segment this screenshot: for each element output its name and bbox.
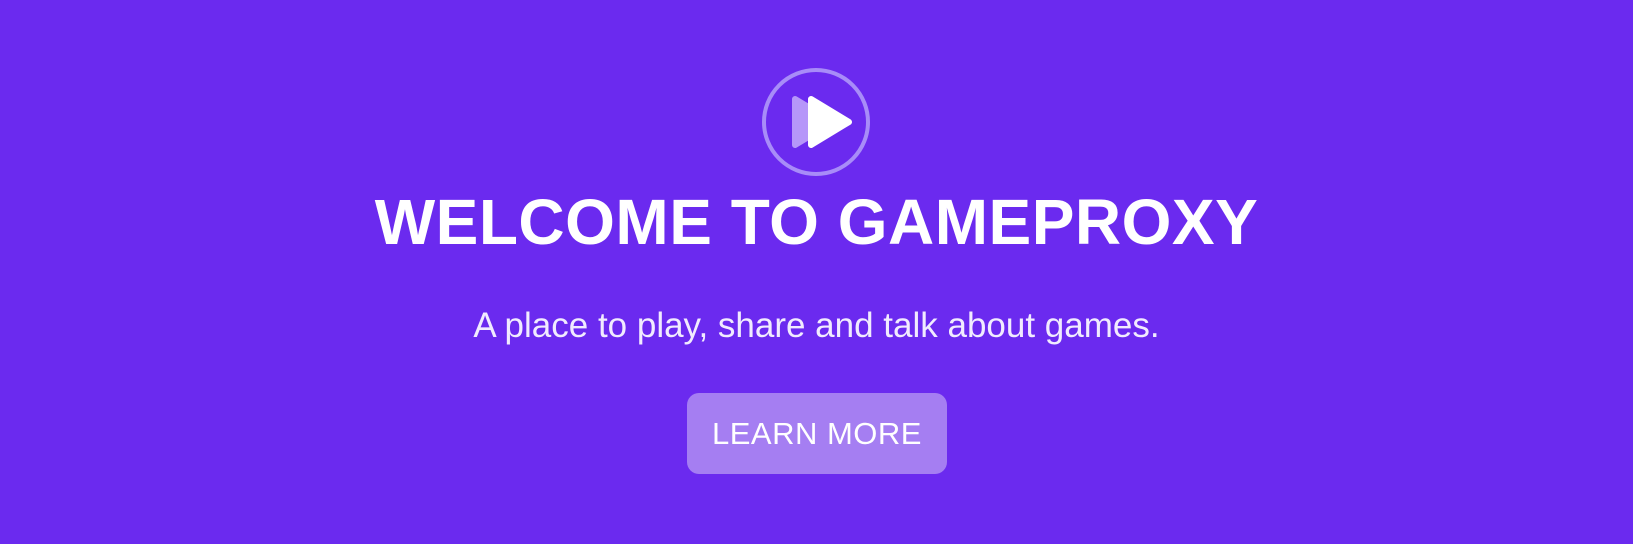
hero-banner: WELCOME TO GAMEPROXY A place to play, sh… xyxy=(0,0,1633,544)
play-forward-icon xyxy=(762,68,870,176)
page-title: WELCOME TO GAMEPROXY xyxy=(374,186,1259,258)
logo xyxy=(761,67,871,177)
tagline: A place to play, share and talk about ga… xyxy=(473,306,1160,345)
learn-more-button[interactable]: LEARN MORE xyxy=(687,393,947,474)
